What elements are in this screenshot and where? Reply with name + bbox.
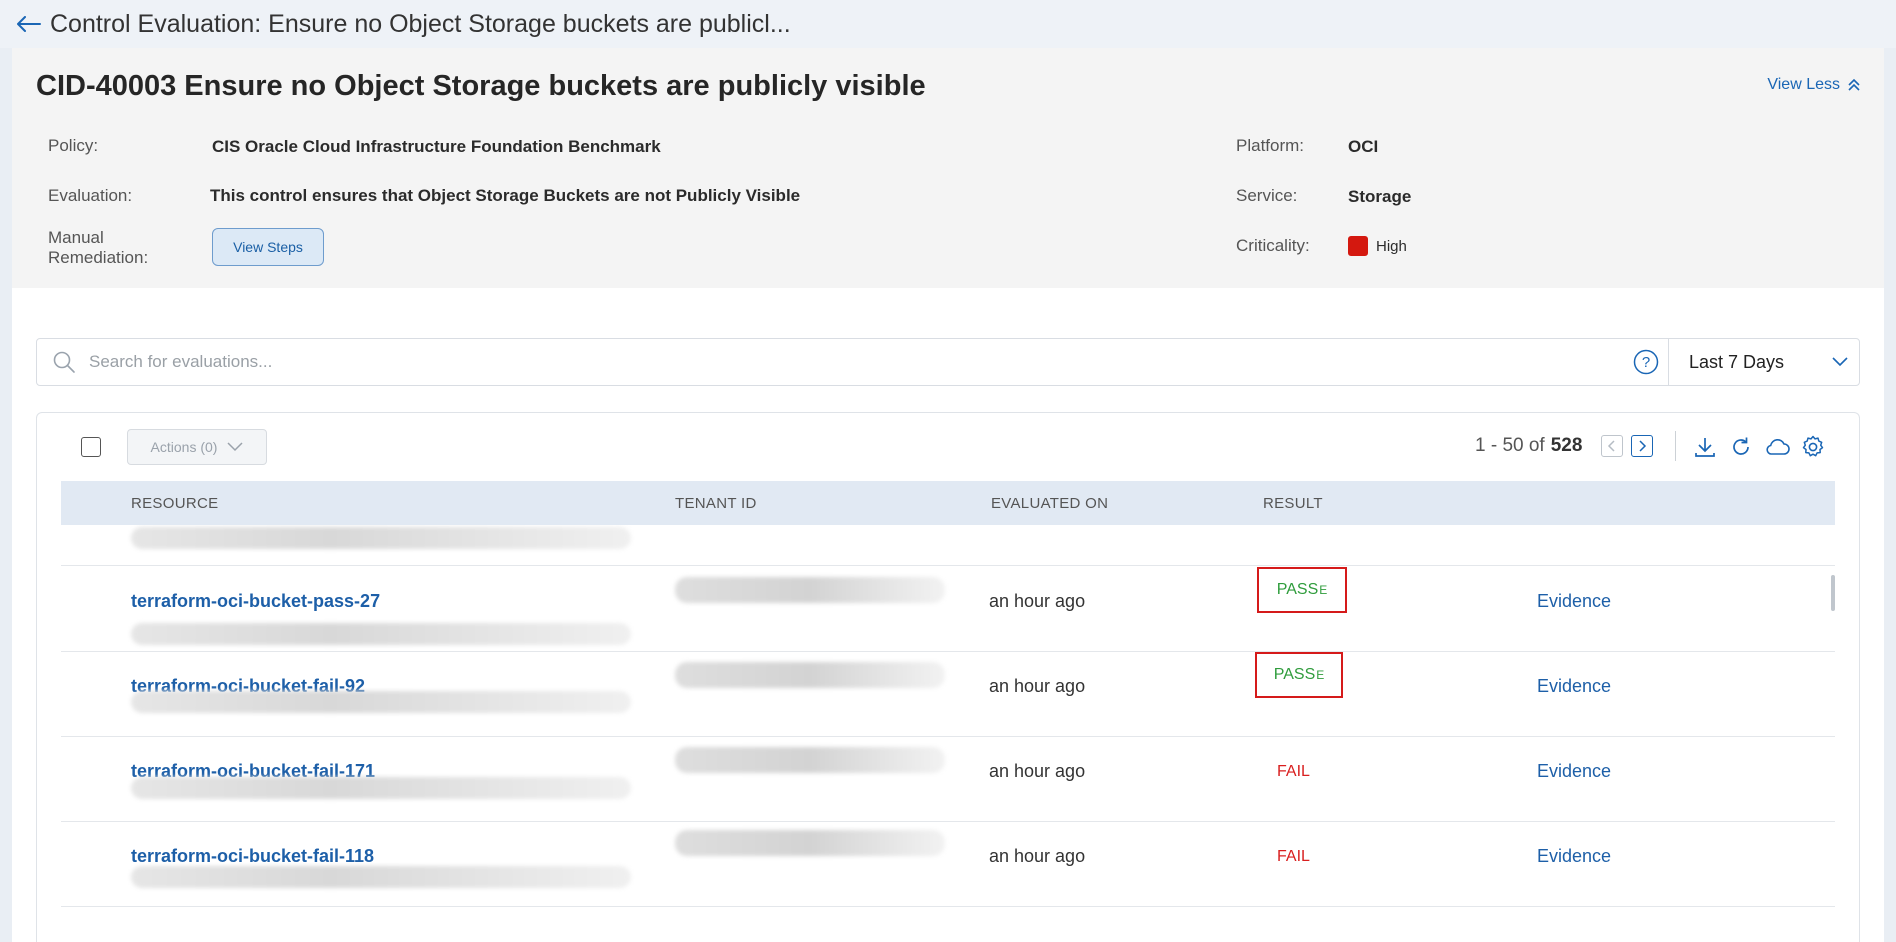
manual-remediation-label: Manual Remediation: (48, 228, 148, 268)
actions-dropdown-button[interactable]: Actions (0) (127, 429, 267, 465)
table-row[interactable]: terraform-oci-bucket-fail-118 an hour ag… (61, 822, 1835, 907)
result-pass-badge: PASS E (1255, 652, 1343, 698)
redacted-resource-id (131, 527, 631, 549)
chevron-down-icon (227, 442, 243, 452)
evidence-link[interactable]: Evidence (1537, 846, 1611, 867)
redacted-resource-id (131, 777, 631, 799)
column-header-resource[interactable]: RESOURCE (131, 495, 218, 512)
column-header-result[interactable]: RESULT (1263, 495, 1323, 512)
control-details-panel: CID-40003 Ensure no Object Storage bucke… (12, 48, 1884, 288)
evaluated-on: an hour ago (989, 761, 1086, 781)
manual-remediation-label-line1: Manual (48, 228, 104, 247)
evidence-link[interactable]: Evidence (1537, 676, 1611, 697)
view-steps-button[interactable]: View Steps (212, 228, 324, 266)
result-value: FAIL (1277, 848, 1310, 865)
back-arrow-icon[interactable] (14, 9, 44, 39)
service-value: Storage (1348, 187, 1412, 206)
redacted-tenant-id (675, 747, 945, 773)
settings-gear-icon[interactable] (1799, 433, 1827, 461)
redacted-tenant-id (675, 830, 945, 856)
date-range-value: Last 7 Days (1689, 351, 1785, 372)
evaluation-value: This control ensures that Object Storage… (210, 186, 801, 205)
date-range-select[interactable]: Last 7 Days (1669, 339, 1859, 385)
criticality-label: Criticality: (1236, 236, 1310, 255)
chevron-right-icon (1639, 440, 1647, 452)
redacted-resource-id (131, 623, 631, 645)
chevron-down-icon (1832, 357, 1848, 367)
search-icon (51, 349, 77, 375)
cloud-icon[interactable] (1763, 433, 1791, 461)
column-header-evaluated-on[interactable]: EVALUATED ON (991, 495, 1108, 512)
evidence-link[interactable]: Evidence (1537, 591, 1611, 612)
control-title: CID-40003 Ensure no Object Storage bucke… (36, 70, 926, 102)
content-area: ? Last 7 Days Actions (0) 1 - 50 of528 (12, 288, 1884, 942)
search-input[interactable] (89, 352, 1589, 372)
refresh-icon[interactable] (1727, 433, 1755, 461)
next-page-button[interactable] (1631, 435, 1653, 457)
evaluated-on: an hour ago (989, 591, 1086, 611)
actions-label: Actions (0) (150, 439, 218, 455)
download-icon[interactable] (1691, 433, 1719, 461)
result-exception-marker: E (1319, 583, 1328, 597)
svg-text:?: ? (1642, 354, 1650, 371)
table-row[interactable]: terraform-oci-bucket-pass-27 an hour ago… (61, 567, 1835, 652)
criticality-value: High (1376, 238, 1407, 255)
evaluated-on: an hour ago (989, 676, 1086, 696)
platform-label: Platform: (1236, 136, 1305, 155)
previous-page-button[interactable] (1601, 435, 1623, 457)
result-value: FAIL (1277, 763, 1310, 780)
help-icon[interactable]: ? (1633, 349, 1659, 375)
chevron-double-up-icon (1848, 78, 1860, 91)
pagination-summary: 1 - 50 of 528 (1475, 435, 1582, 457)
scrollbar-thumb[interactable] (1831, 575, 1835, 611)
evaluated-on: an hour ago (989, 846, 1086, 866)
redacted-tenant-id (675, 662, 945, 688)
result-value: PASS (1273, 666, 1316, 683)
pagination-range: 1 - 50 of (1475, 435, 1545, 456)
result-exception-marker: E (1316, 668, 1325, 682)
table-body: terraform-oci-bucket-pass-27 an hour ago… (61, 525, 1835, 942)
select-all-checkbox[interactable] (81, 437, 101, 457)
criticality-indicator (1348, 236, 1368, 256)
table-row[interactable]: terraform-oci-bucket-fail-92 an hour ago… (61, 652, 1835, 737)
result-pass-badge: PASS E (1257, 567, 1347, 613)
table-row[interactable]: terraform-oci-bucket-fail-171 an hour ag… (61, 737, 1835, 822)
view-less-label: View Less (1767, 76, 1840, 93)
resource-link[interactable]: terraform-oci-bucket-fail-118 (131, 846, 374, 867)
chevron-left-icon (1607, 440, 1615, 452)
top-bar: Control Evaluation: Ensure no Object Sto… (0, 0, 1896, 48)
page-title: Control Evaluation: Ensure no Object Sto… (50, 9, 791, 38)
view-less-button[interactable]: View Less (1767, 76, 1860, 94)
resource-link[interactable]: terraform-oci-bucket-pass-27 (131, 591, 380, 612)
redacted-resource-id (131, 691, 631, 713)
table-header: RESOURCE TENANT ID EVALUATED ON RESULT (61, 481, 1835, 525)
policy-value: CIS Oracle Cloud Infrastructure Foundati… (212, 137, 661, 156)
evidence-link[interactable]: Evidence (1537, 761, 1611, 782)
toolbar-divider (1675, 431, 1676, 461)
pagination-total: 528 (1550, 435, 1583, 456)
evaluations-table-panel: Actions (0) 1 - 50 of 528 RESOURCE TENANT… (36, 412, 1860, 942)
search-bar: ? Last 7 Days (36, 338, 1860, 386)
platform-value: OCI (1348, 137, 1379, 156)
redacted-resource-id (131, 866, 631, 888)
evaluation-label: Evaluation: (48, 186, 133, 205)
policy-label: Policy: (48, 136, 99, 155)
manual-remediation-label-line2: Remediation: (48, 248, 149, 267)
service-label: Service: (1236, 186, 1298, 205)
table-row (61, 525, 1835, 566)
column-header-tenant-id[interactable]: TENANT ID (675, 495, 757, 512)
result-value: PASS (1276, 581, 1319, 598)
redacted-tenant-id (675, 577, 945, 603)
